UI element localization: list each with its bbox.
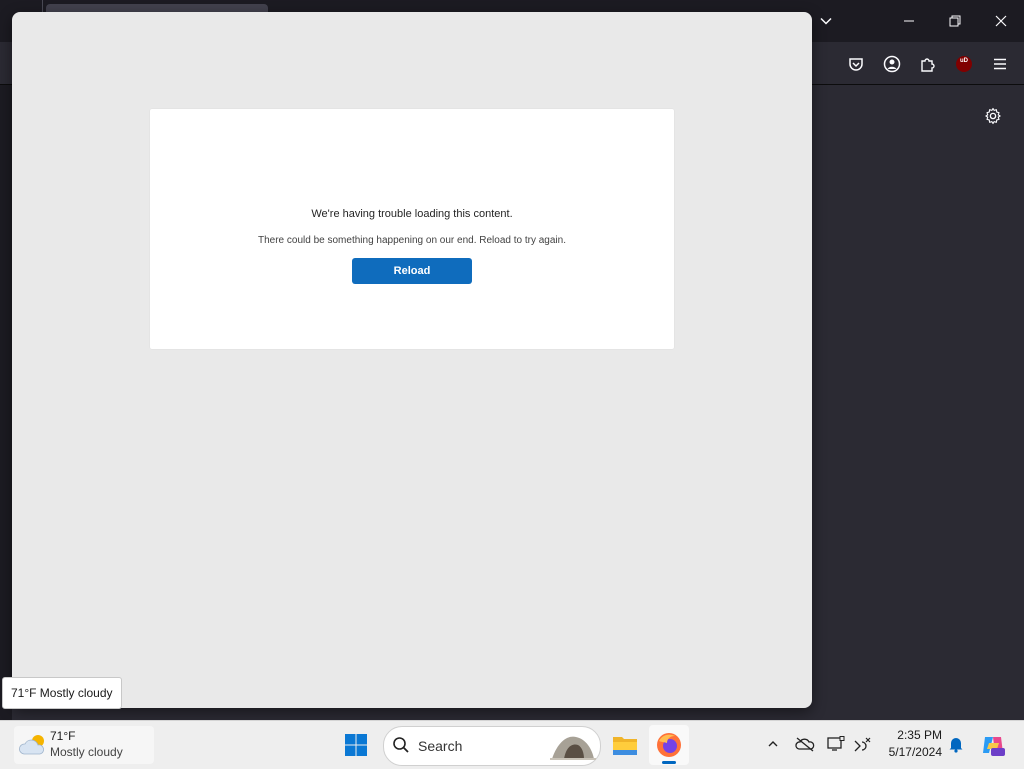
weather-description: Mostly cloudy: [50, 745, 123, 759]
copilot-icon: [983, 737, 1005, 756]
weather-widget[interactable]: 71°F Mostly cloudy: [14, 726, 154, 764]
windows-logo-icon: [345, 734, 367, 756]
copilot-button[interactable]: [980, 732, 1006, 758]
notifications-button[interactable]: [946, 734, 966, 754]
search-icon: [393, 737, 409, 753]
pocket-icon: [849, 58, 863, 71]
search-highlight-icon: [550, 736, 596, 760]
minimize-button[interactable]: [892, 6, 926, 36]
minimize-icon: [904, 20, 914, 22]
close-icon: [995, 15, 1007, 27]
browser-sidebar-edge: [0, 85, 12, 720]
ublock-button[interactable]: uD: [952, 52, 976, 76]
extensions-button[interactable]: [916, 52, 940, 76]
ublock-badge: uD: [960, 58, 968, 64]
network-off-icon: [854, 737, 871, 752]
puzzle-icon: [921, 58, 935, 72]
firefox-icon: [657, 733, 681, 757]
clock-date[interactable]: 5/17/2024: [880, 745, 942, 759]
account-button[interactable]: [880, 52, 904, 76]
weather-tooltip: 71°F Mostly cloudy: [2, 677, 122, 709]
reload-button[interactable]: Reload: [352, 258, 472, 284]
chevron-down-icon: [820, 17, 832, 25]
restore-button[interactable]: [938, 6, 972, 36]
error-title: We're having trouble loading this conten…: [311, 208, 513, 220]
content-dialog-window: We're having trouble loading this conten…: [12, 12, 812, 708]
show-hidden-icons-button[interactable]: [763, 734, 783, 754]
clock-time[interactable]: 2:35 PM: [880, 728, 942, 742]
taskbar: 71°F Mostly cloudy Search 2:35 PM 5/17/2…: [0, 720, 1024, 769]
monitor-icon: [827, 736, 845, 751]
display-tray-button[interactable]: [826, 734, 846, 754]
chevron-up-icon: [768, 741, 778, 747]
close-button[interactable]: [984, 6, 1018, 36]
firefox-button[interactable]: [649, 725, 689, 765]
weather-temperature: 71°F: [50, 729, 76, 743]
taskbar-search-box[interactable]: Search: [383, 726, 601, 766]
error-message: There could be something happening on ou…: [258, 235, 566, 246]
partly-cloudy-icon: [19, 735, 45, 755]
search-placeholder: Search: [418, 738, 463, 754]
page-settings-button[interactable]: [981, 104, 1005, 128]
list-all-tabs-button[interactable]: [809, 6, 843, 36]
account-icon: [883, 55, 901, 73]
restore-icon: [949, 15, 961, 27]
network-volume-button[interactable]: [852, 734, 872, 754]
app-menu-button[interactable]: [988, 52, 1012, 76]
file-explorer-icon: [613, 737, 637, 755]
onedrive-button[interactable]: [795, 734, 815, 754]
pocket-button[interactable]: [844, 52, 868, 76]
file-explorer-button[interactable]: [605, 725, 645, 765]
gear-icon: [985, 107, 1001, 125]
hamburger-menu-icon: [994, 58, 1006, 70]
error-card: We're having trouble loading this conten…: [150, 109, 674, 349]
cloud-off-icon: [795, 737, 815, 752]
active-app-indicator: [662, 761, 676, 764]
bell-icon: [949, 738, 963, 753]
start-button[interactable]: [336, 725, 376, 765]
